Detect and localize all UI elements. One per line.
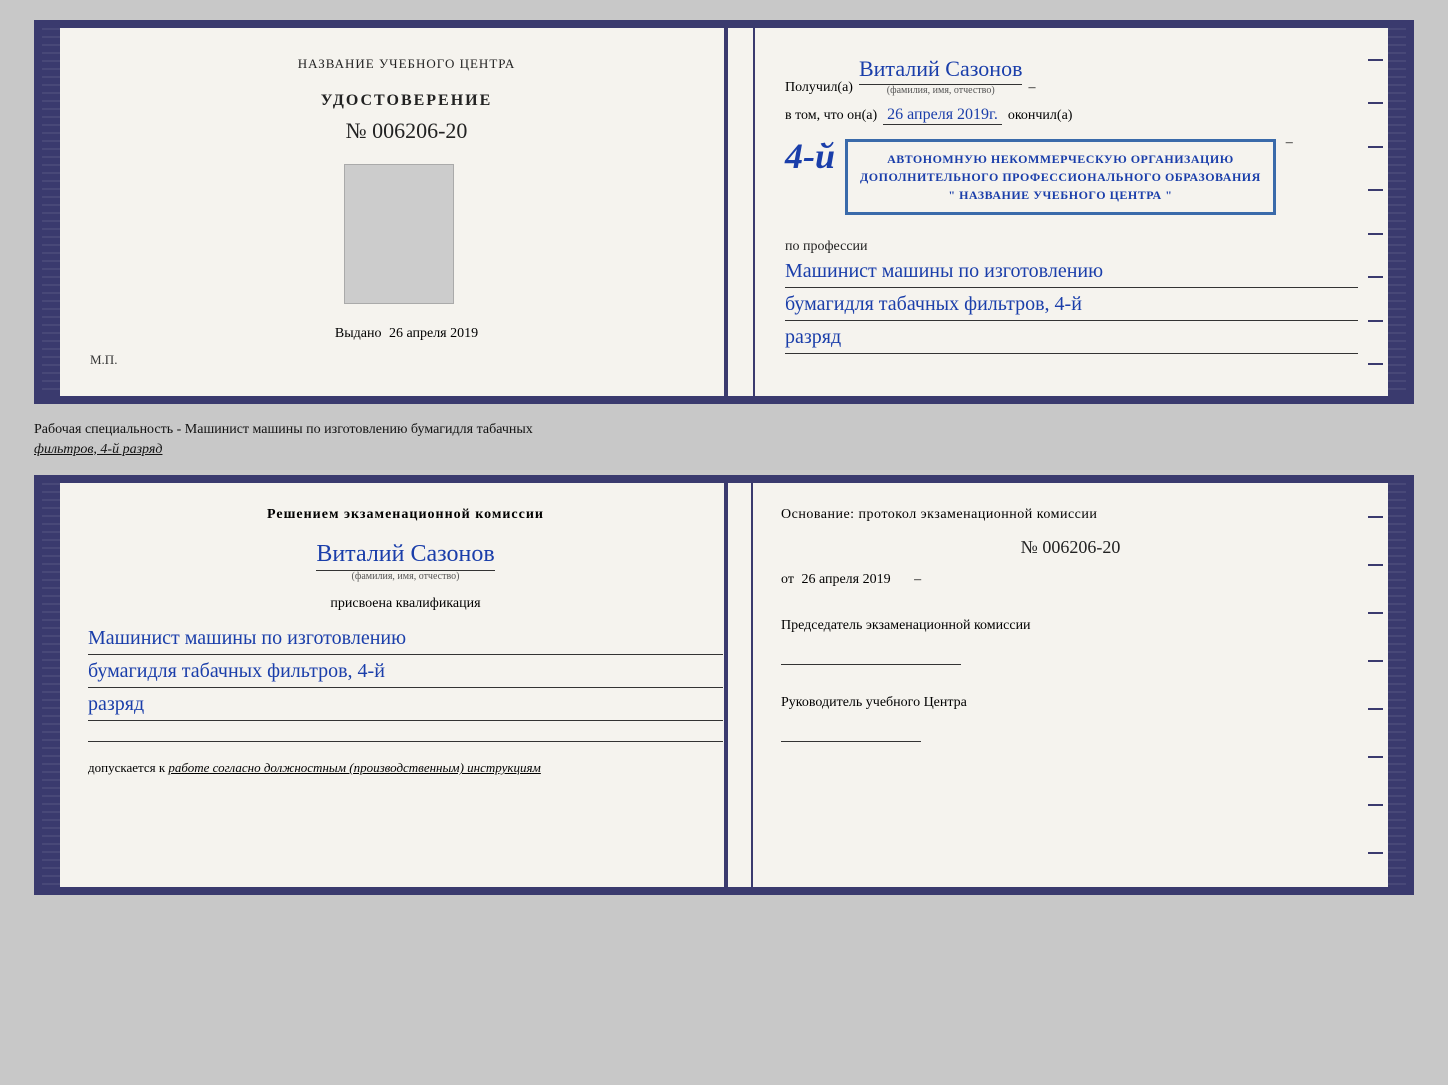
bottom-doc-right-wrapper: Основание: протокол экзаменационной коми… — [753, 483, 1388, 887]
edge-line-b6 — [1368, 756, 1383, 758]
qualification-lines: Машинист машины по изготовлению бумагидл… — [88, 622, 723, 721]
qualification-label: присвоена квалификация — [88, 596, 723, 612]
spine-left-bottom — [42, 483, 60, 887]
completion-date: 26 апреля 2019г. — [883, 106, 1002, 125]
spine-left — [42, 28, 60, 396]
issued-area: Выдано 26 апреля 2019 — [335, 326, 478, 342]
chairman-label: Председатель экзаменационной комиссии — [781, 618, 1041, 634]
edge-lines-bottom-right — [1368, 483, 1388, 887]
allowed-prefix: допускается к — [88, 760, 165, 775]
edge-line-b3 — [1368, 612, 1383, 614]
edge-line-b4 — [1368, 660, 1383, 662]
edge-line-1 — [1368, 59, 1383, 61]
completed-suffix: окончил(а) — [1008, 108, 1073, 124]
director-area: Руководитель учебного Центра — [781, 695, 1360, 742]
in-that-prefix: в том, что он(а) — [785, 108, 877, 124]
qual-line1: Машинист машины по изготовлению — [88, 622, 723, 655]
bottom-doc-left: Решением экзаменационной комиссии Витали… — [60, 483, 753, 887]
profession-line3: разряд — [785, 321, 1358, 354]
cert-photo — [344, 164, 454, 304]
recipient-line: Получил(а) Виталий Сазонов (фамилия, имя… — [785, 56, 1358, 96]
from-date: 26 апреля 2019 — [801, 572, 890, 587]
bottom-person-sublabel: (фамилия, имя, отчество) — [352, 571, 460, 582]
spine-right-bottom — [1388, 483, 1406, 887]
recipient-block: Виталий Сазонов (фамилия, имя, отчество) — [859, 56, 1022, 96]
bottom-person-name: Виталий Сазонов — [316, 541, 494, 571]
top-document: НАЗВАНИЕ УЧЕБНОГО ЦЕНТРА УДОСТОВЕРЕНИЕ №… — [34, 20, 1414, 404]
edge-line-2 — [1368, 102, 1383, 104]
edge-lines-top-right — [1368, 28, 1388, 396]
edge-line-b7 — [1368, 804, 1383, 806]
cert-info: УДОСТОВЕРЕНИЕ № 006206-20 — [321, 92, 493, 144]
edge-line-5 — [1368, 233, 1383, 235]
spine-right — [1388, 28, 1406, 396]
bottom-doc-right: Основание: протокол экзаменационной коми… — [753, 483, 1388, 766]
edge-line-8 — [1368, 363, 1383, 365]
edge-line-b5 — [1368, 708, 1383, 710]
profession-area: по профессии Машинист машины по изготовл… — [785, 235, 1358, 354]
bottom-document: Решением экзаменационной комиссии Витали… — [34, 475, 1414, 895]
decision-text: Решением экзаменационной комиссии — [88, 507, 723, 523]
between-text2: фильтров, 4-й разряд — [34, 440, 1414, 460]
big-number: 4-й — [785, 135, 835, 177]
stamp-line2: ДОПОЛНИТЕЛЬНОГО ПРОФЕССИОНАЛЬНОГО ОБРАЗО… — [860, 168, 1261, 186]
top-doc-left: НАЗВАНИЕ УЧЕБНОГО ЦЕНТРА УДОСТОВЕРЕНИЕ №… — [60, 28, 755, 396]
edge-line-6 — [1368, 276, 1383, 278]
between-text1: Рабочая специальность - Машинист машины … — [34, 420, 1414, 440]
edge-line-b8 — [1368, 852, 1383, 854]
mp-label: М.П. — [90, 352, 117, 368]
edge-line-3 — [1368, 146, 1383, 148]
edge-line-4 — [1368, 189, 1383, 191]
edge-line-7 — [1368, 320, 1383, 322]
stamp-line1: АВТОНОМНУЮ НЕКОММЕРЧЕСКУЮ ОРГАНИЗАЦИЮ — [860, 150, 1261, 168]
cert-label: УДОСТОВЕРЕНИЕ — [321, 92, 493, 110]
between-text2-underlined: фильтров, 4-й разряд — [34, 442, 162, 457]
allowed-text: работе согласно должностным (производств… — [168, 760, 540, 775]
separator-line — [88, 741, 723, 742]
director-sig-line — [781, 741, 921, 742]
dash-1: – — [1028, 80, 1035, 96]
qual-line3: разряд — [88, 688, 723, 721]
edge-line-b1 — [1368, 516, 1383, 518]
chairman-sig-line — [781, 664, 961, 665]
bottom-person-area: Виталий Сазонов (фамилия, имя, отчество) — [88, 541, 723, 582]
stamp-box: АВТОНОМНУЮ НЕКОММЕРЧЕСКУЮ ОРГАНИЗАЦИЮ ДО… — [845, 139, 1276, 215]
director-label: Руководитель учебного Центра — [781, 695, 981, 711]
cert-number: № 006206-20 — [321, 118, 493, 144]
qual-line2: бумагидля табачных фильтров, 4-й — [88, 655, 723, 688]
received-prefix: Получил(а) — [785, 80, 853, 96]
profession-label: по профессии — [785, 239, 1358, 255]
recipient-sublabel: (фамилия, имя, отчество) — [887, 85, 995, 96]
center-title: НАЗВАНИЕ УЧЕБНОГО ЦЕНТРА — [298, 56, 515, 72]
from-prefix: от — [781, 572, 794, 587]
issued-date: 26 апреля 2019 — [389, 326, 478, 341]
dash-2: – — [1286, 135, 1293, 151]
dash-bottom: – — [914, 572, 921, 587]
stamp-line3: " НАЗВАНИЕ УЧЕБНОГО ЦЕНТРА " — [860, 186, 1261, 204]
protocol-number: № 006206-20 — [781, 537, 1360, 558]
from-date-line: от 26 апреля 2019 – — [781, 572, 1360, 588]
chairman-area: Председатель экзаменационной комиссии — [781, 618, 1360, 665]
cert-photo-area — [344, 154, 470, 314]
profession-line2: бумагидля табачных фильтров, 4-й — [785, 288, 1358, 321]
between-label: Рабочая специальность - Машинист машины … — [34, 414, 1414, 465]
issued-label: Выдано — [335, 326, 382, 341]
basis-text: Основание: протокол экзаменационной коми… — [781, 507, 1360, 523]
allowed-area: допускается к работе согласно должностны… — [88, 760, 723, 776]
recipient-name: Виталий Сазонов — [859, 56, 1022, 85]
edge-line-b2 — [1368, 564, 1383, 566]
profession-line1: Машинист машины по изготовлению — [785, 255, 1358, 288]
stamp-area: 4-й АВТОНОМНУЮ НЕКОММЕРЧЕСКУЮ ОРГАНИЗАЦИ… — [785, 135, 1358, 219]
top-doc-right-wrapper: Получил(а) Виталий Сазонов (фамилия, имя… — [755, 28, 1388, 396]
top-doc-right: Получил(а) Виталий Сазонов (фамилия, имя… — [755, 28, 1388, 382]
date-line: в том, что он(а) 26 апреля 2019г. окончи… — [785, 106, 1358, 125]
